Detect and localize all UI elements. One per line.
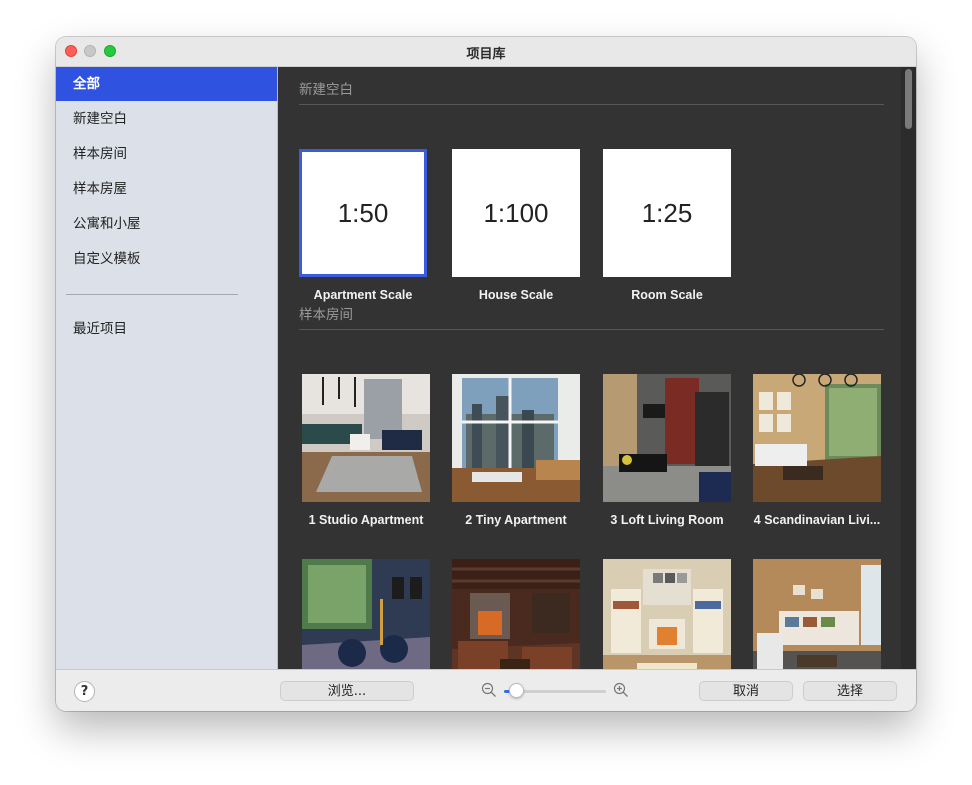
section-divider — [299, 104, 884, 105]
room-thumbnail-scandinavian-living[interactable] — [753, 374, 881, 502]
scale-tile-apartment[interactable]: 1:50 — [299, 149, 427, 277]
scale-tile-room[interactable]: 1:25 — [603, 149, 731, 277]
room-thumbnail-8[interactable] — [753, 559, 881, 669]
room-caption: 3 Loft Living Room — [610, 513, 724, 527]
zoom-out-icon[interactable] — [481, 682, 497, 698]
section-divider — [299, 329, 884, 330]
room-thumbnail-6[interactable] — [452, 559, 580, 669]
room-caption: 4 Scandinavian Livi... — [753, 513, 881, 527]
room-render-image — [603, 374, 731, 502]
library-content: 新建空白 1:50 Apartment Scale 1:100 House Sc… — [278, 67, 916, 669]
room-render-image — [753, 374, 881, 502]
title-bar: 项目库 — [56, 37, 916, 67]
bottom-toolbar: ? 浏览... 取消 选择 — [56, 669, 916, 711]
room-render-image — [302, 374, 430, 502]
section-title-sample-rooms: 样本房间 — [299, 307, 353, 323]
scale-tile-house[interactable]: 1:100 — [452, 149, 580, 277]
room-thumbnail-loft-living-room[interactable] — [603, 374, 731, 502]
select-button[interactable]: 选择 — [803, 681, 897, 701]
sidebar-item-sample-rooms[interactable]: 样本房间 — [56, 137, 277, 171]
zoom-in-icon[interactable] — [613, 682, 629, 698]
room-render-image — [302, 559, 430, 669]
category-sidebar: 全部 新建空白 样本房间 样本房屋 公寓和小屋 自定义模板 最近项目 — [56, 67, 278, 669]
room-thumbnail-studio-apartment[interactable] — [302, 374, 430, 502]
sidebar-divider — [66, 294, 238, 295]
room-caption: 2 Tiny Apartment — [465, 513, 567, 527]
room-render-image — [753, 559, 881, 669]
room-render-image — [452, 374, 580, 502]
help-button[interactable]: ? — [74, 681, 95, 702]
window-title: 项目库 — [466, 47, 506, 62]
section-title-new-blank: 新建空白 — [299, 82, 353, 98]
room-thumbnail-7[interactable] — [603, 559, 731, 669]
room-caption: 1 Studio Apartment — [308, 513, 424, 527]
room-render-image — [603, 559, 731, 669]
sidebar-item-all[interactable]: 全部 — [56, 67, 277, 101]
sidebar-item-apartments-cabins[interactable]: 公寓和小屋 — [56, 207, 277, 241]
room-thumbnail-5[interactable] — [302, 559, 430, 669]
zoom-slider-knob[interactable] — [508, 683, 524, 698]
content-scrollbar-thumb[interactable] — [905, 69, 912, 129]
sidebar-item-recent-projects[interactable]: 最近项目 — [56, 312, 277, 346]
sidebar-item-new-blank[interactable]: 新建空白 — [56, 102, 277, 136]
cancel-button[interactable]: 取消 — [699, 681, 793, 701]
room-render-image — [452, 559, 580, 669]
sidebar-item-sample-houses[interactable]: 样本房屋 — [56, 172, 277, 206]
scale-caption: Room Scale — [631, 288, 703, 302]
browse-button[interactable]: 浏览... — [280, 681, 414, 701]
scale-caption: Apartment Scale — [313, 288, 413, 302]
sidebar-item-custom-templates[interactable]: 自定义模板 — [56, 242, 277, 276]
scale-value: 1:50 — [337, 197, 389, 228]
content-scrollbar[interactable] — [901, 67, 916, 669]
scale-caption: House Scale — [478, 288, 554, 302]
scale-value: 1:100 — [483, 197, 549, 228]
room-thumbnail-tiny-apartment[interactable] — [452, 374, 580, 502]
scale-value: 1:25 — [641, 197, 693, 228]
project-library-window: 项目库 全部 新建空白 样本房间 样本房屋 公寓和小屋 自定义模板 最近项目 新… — [56, 37, 916, 711]
